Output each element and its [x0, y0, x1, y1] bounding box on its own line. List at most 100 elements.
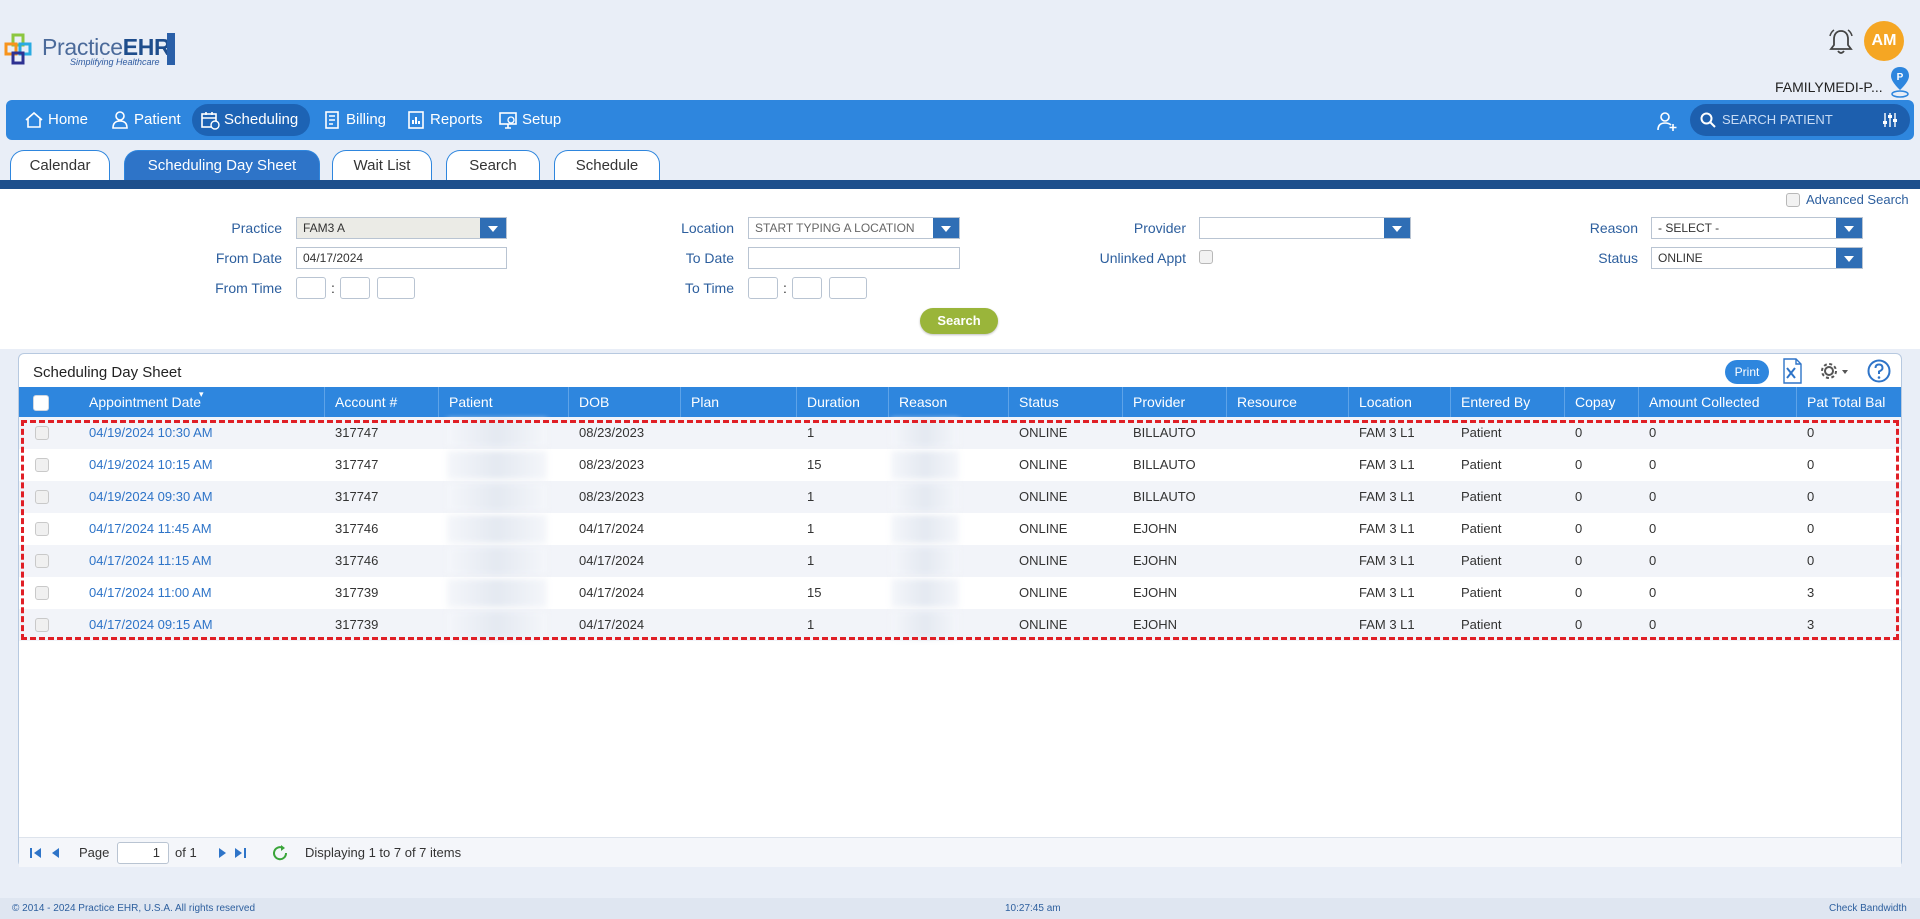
to-date-field[interactable] [748, 247, 960, 269]
col-resource[interactable]: Resource [1227, 387, 1349, 417]
add-patient-icon[interactable] [1656, 110, 1678, 132]
table-row[interactable]: 04/17/2024 11:45 AM 317746 04/17/2024 1 … [19, 513, 1901, 545]
select-all-checkbox[interactable] [33, 395, 49, 411]
to-time-hour[interactable] [748, 277, 778, 299]
row-checkbox[interactable] [35, 458, 49, 472]
row-checkbox[interactable] [35, 426, 49, 440]
cell-dob: 04/17/2024 [579, 585, 645, 600]
table-row[interactable]: 04/19/2024 10:30 AM 317747 08/23/2023 1 … [19, 417, 1901, 449]
unlinked-appt-checkbox[interactable] [1199, 250, 1213, 264]
chevron-down-icon[interactable] [1836, 248, 1862, 268]
cell-pat-total-bal: 3 [1807, 617, 1815, 632]
page-number-input[interactable]: 1 [117, 842, 169, 864]
refresh-icon[interactable] [271, 844, 289, 862]
practice-name[interactable]: FAMILYMEDI-P... [1775, 79, 1883, 95]
from-time-ampm[interactable] [377, 277, 415, 299]
cell-plan [681, 513, 691, 545]
appointment-date-link[interactable]: 04/17/2024 11:45 AM [79, 513, 212, 545]
gear-icon[interactable] [1819, 361, 1851, 381]
search-patient-box[interactable]: SEARCH PATIENT [1690, 104, 1910, 136]
cell-account: 317747 [335, 457, 379, 472]
app-logo[interactable]: PracticeEHR Simplifying Healthcare [4, 31, 176, 69]
tab-calendar[interactable]: Calendar [10, 150, 110, 182]
col-amount-collected[interactable]: Amount Collected [1639, 387, 1797, 417]
help-icon[interactable] [1867, 359, 1891, 383]
nav-reports[interactable]: Reports [398, 104, 486, 136]
last-page-icon[interactable] [233, 846, 247, 860]
table-row[interactable]: 04/19/2024 09:30 AM 317747 08/23/2023 1 … [19, 481, 1901, 513]
location-pin-icon[interactable]: P [1889, 66, 1911, 98]
col-copay[interactable]: Copay [1565, 387, 1639, 417]
location-label: Location [681, 220, 734, 236]
nav-billing[interactable]: Billing [314, 104, 394, 136]
nav-home[interactable]: Home [16, 104, 102, 136]
col-reason[interactable]: Reason [889, 387, 1009, 417]
tab-search[interactable]: Search [446, 150, 540, 182]
provider-select[interactable] [1199, 217, 1411, 239]
cell-provider: EJOHN [1133, 521, 1178, 536]
calendar-icon [201, 112, 220, 130]
tab-schedule[interactable]: Schedule [554, 150, 660, 182]
advanced-search-label[interactable]: Advanced Search [1806, 192, 1909, 207]
excel-export-icon[interactable] [1781, 358, 1803, 384]
filter-sliders-icon[interactable] [1882, 112, 1898, 128]
advanced-search-checkbox[interactable] [1786, 193, 1800, 207]
row-checkbox[interactable] [35, 522, 49, 536]
practice-select[interactable]: FAM3 A [296, 217, 507, 239]
cell-provider: EJOHN [1133, 553, 1178, 568]
cell-duration: 1 [807, 553, 815, 568]
prev-page-icon[interactable] [49, 846, 63, 860]
to-time-ampm[interactable] [829, 277, 867, 299]
reason-select[interactable]: - SELECT - [1651, 217, 1863, 239]
first-page-icon[interactable] [29, 846, 43, 860]
appointment-date-link[interactable]: 04/19/2024 10:30 AM [79, 417, 213, 449]
col-provider[interactable]: Provider [1123, 387, 1227, 417]
chevron-down-icon[interactable] [1384, 218, 1410, 238]
cell-entered-by: Patient [1461, 585, 1502, 600]
chevron-down-icon[interactable] [1836, 218, 1862, 238]
search-button[interactable]: Search [920, 308, 998, 334]
col-dob[interactable]: DOB [569, 387, 681, 417]
reports-icon [408, 111, 424, 129]
appointment-date-link[interactable]: 04/17/2024 09:15 AM [79, 609, 213, 641]
to-date-label: To Date [685, 250, 734, 266]
chevron-down-icon[interactable] [480, 218, 506, 238]
row-checkbox[interactable] [35, 586, 49, 600]
appointment-date-link[interactable]: 04/19/2024 09:30 AM [79, 481, 213, 513]
from-time-minute[interactable] [340, 277, 370, 299]
status-select[interactable]: ONLINE [1651, 247, 1863, 269]
appointment-date-link[interactable]: 04/17/2024 11:00 AM [79, 577, 212, 609]
to-time-minute[interactable] [792, 277, 822, 299]
from-date-field[interactable]: 04/17/2024 [296, 247, 507, 269]
print-button[interactable]: Print [1725, 360, 1769, 384]
location-input[interactable]: START TYPING A LOCATION [748, 217, 960, 239]
nav-patient[interactable]: Patient [102, 104, 194, 136]
table-row[interactable]: 04/17/2024 09:15 AM 317739 04/17/2024 1 … [19, 609, 1901, 641]
row-checkbox[interactable] [35, 490, 49, 504]
table-row[interactable]: 04/17/2024 11:00 AM 317739 04/17/2024 15… [19, 577, 1901, 609]
user-avatar[interactable]: AM [1864, 21, 1904, 61]
nav-scheduling[interactable]: Scheduling [192, 104, 310, 136]
tab-scheduling-day-sheet[interactable]: Scheduling Day Sheet [124, 150, 320, 182]
nav-setup[interactable]: Setup [490, 104, 568, 136]
col-pat-total-bal[interactable]: Pat Total Bal [1797, 387, 1901, 417]
table-row[interactable]: 04/19/2024 10:15 AM 317747 08/23/2023 15… [19, 449, 1901, 481]
row-checkbox[interactable] [35, 618, 49, 632]
appointment-date-link[interactable]: 04/19/2024 10:15 AM [79, 449, 213, 481]
col-entered-by[interactable]: Entered By [1451, 387, 1565, 417]
chevron-down-icon[interactable] [933, 218, 959, 238]
from-time-hour[interactable] [296, 277, 326, 299]
col-location[interactable]: Location [1349, 387, 1451, 417]
col-plan[interactable]: Plan [681, 387, 797, 417]
bell-icon[interactable] [1828, 28, 1854, 56]
check-bandwidth-link[interactable]: Check Bandwidth [1829, 898, 1907, 919]
row-checkbox[interactable] [35, 554, 49, 568]
next-page-icon[interactable] [215, 846, 229, 860]
col-patient[interactable]: Patient [439, 387, 569, 417]
table-row[interactable]: 04/17/2024 11:15 AM 317746 04/17/2024 1 … [19, 545, 1901, 577]
col-account[interactable]: Account # [325, 387, 439, 417]
tab-wait-list[interactable]: Wait List [332, 150, 432, 182]
appointment-date-link[interactable]: 04/17/2024 11:15 AM [79, 545, 212, 577]
col-duration[interactable]: Duration [797, 387, 889, 417]
col-status[interactable]: Status [1009, 387, 1123, 417]
